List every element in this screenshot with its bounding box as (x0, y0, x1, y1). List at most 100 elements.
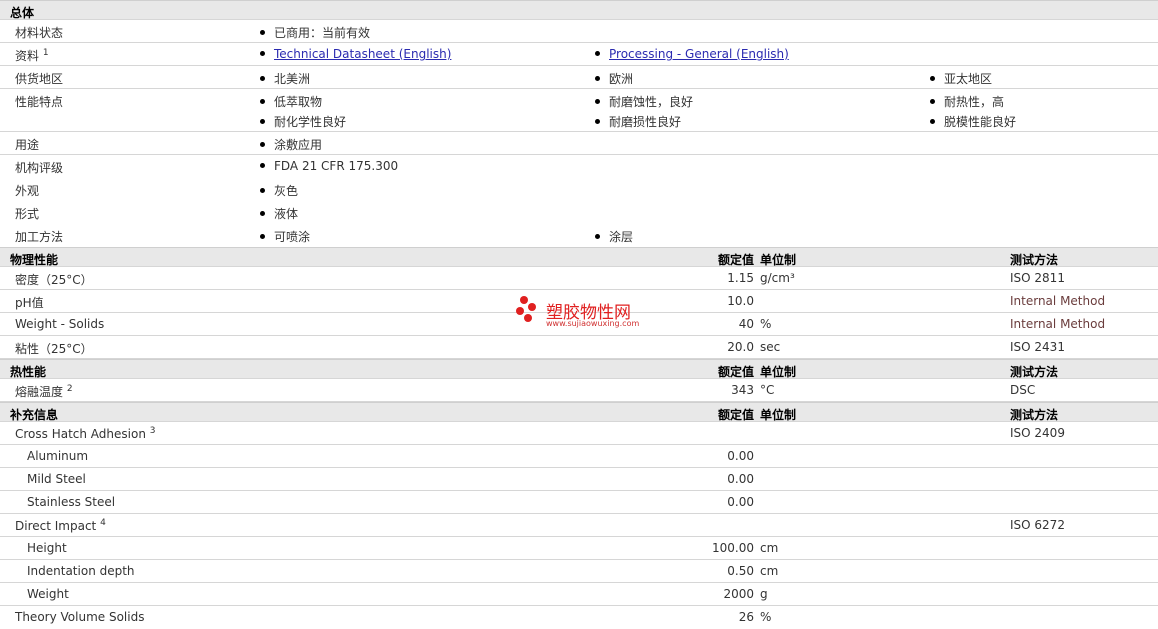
col-nominal: 额定值 (717, 365, 754, 379)
impact-sub-row: Height 100.00 cm (0, 537, 1158, 560)
bullet-icon (595, 119, 600, 124)
processing-general-link[interactable]: Processing - General (English) (609, 47, 789, 61)
row-unit: g (760, 587, 768, 601)
row-test: ISO 2431 (1010, 340, 1065, 354)
row-documents: 资料 1 Technical Datasheet (English) Proce… (0, 43, 1158, 66)
row-test: DSC (1010, 383, 1036, 397)
col-unit: 单位制 (760, 408, 797, 422)
row-label: Height (27, 541, 67, 555)
row-label: 资料 1 (15, 48, 49, 63)
section-header-extra: 补充信息 额定值 单位制 测试方法 (0, 402, 1158, 422)
row-value: 0.00 (727, 495, 754, 509)
row-direct-impact: Direct Impact 4 ISO 6272 (0, 514, 1158, 537)
section-title: 热性能 (10, 365, 47, 379)
row-label: 机构评级 (15, 161, 64, 175)
bullet-icon (260, 188, 265, 193)
col-test: 测试方法 (1010, 253, 1059, 267)
row-label: 外观 (15, 184, 40, 198)
col-unit: 单位制 (760, 253, 797, 267)
section-header-physical: 物理性能 额定值 单位制 测试方法 (0, 247, 1158, 267)
row-uses: 用途 涂敷应用 (0, 132, 1158, 155)
bullet-icon (260, 163, 265, 168)
col-nominal: 额定值 (717, 253, 754, 267)
physical-row: 密度（25°C） 1.15 g/cm³ ISO 2811 (0, 267, 1158, 290)
row-unit: °C (760, 383, 775, 397)
col-nominal: 额定值 (717, 408, 754, 422)
bullet-icon (260, 76, 265, 81)
row-value: 1.15 (727, 271, 754, 285)
bullet-icon (930, 99, 935, 104)
row-label: 粘性（25°C） (15, 342, 93, 356)
cross-hatch-sub-row: Mild Steel 0.00 (0, 468, 1158, 491)
row-label: 密度（25°C） (15, 273, 93, 287)
row-test: ISO 6272 (1010, 518, 1065, 532)
col-test: 测试方法 (1010, 365, 1059, 379)
section-title: 总体 (10, 6, 35, 20)
row-value: 0.00 (727, 449, 754, 463)
row-test: ISO 2811 (1010, 271, 1065, 285)
bullet-icon (595, 51, 600, 56)
bullet-icon (930, 76, 935, 81)
row-appearance: 外观 灰色 (15, 184, 299, 198)
row-value: 0.00 (727, 472, 754, 486)
row-unit: cm (760, 564, 779, 578)
row-label: Aluminum (27, 449, 89, 463)
row-label: 加工方法 (15, 230, 64, 244)
row-processing: 加工方法 可喷涂 涂层 (15, 230, 634, 244)
row-value: 343 (731, 383, 754, 397)
cross-hatch-sub-row: Aluminum 0.00 (0, 445, 1158, 468)
technical-datasheet-link[interactable]: Technical Datasheet (English) (274, 47, 451, 61)
row-label: 性能特点 (15, 95, 64, 109)
cross-hatch-sub-row: Stainless Steel 0.00 (0, 491, 1158, 514)
row-label: Direct Impact 4 (15, 518, 106, 533)
row-label: Weight (27, 587, 69, 601)
row-test: Internal Method (1010, 317, 1106, 331)
watermark-logo: 塑胶物性网 www.sujiaowuxing.com (516, 294, 666, 334)
row-value: 20.0 (727, 340, 754, 354)
row-label: Mild Steel (27, 472, 86, 486)
section-title: 补充信息 (10, 408, 59, 422)
row-label: 形式 (15, 207, 40, 221)
row-value: 已商用：当前有效 (260, 24, 370, 41)
row-unit: cm (760, 541, 779, 555)
physical-row: 粘性（25°C） 20.0 sec ISO 2431 (0, 336, 1158, 359)
row-label: 熔融温度 2 (15, 384, 73, 399)
bullet-icon (260, 234, 265, 239)
bullet-icon (260, 99, 265, 104)
row-unit: g/cm³ (760, 271, 795, 285)
row-value: 40 (738, 317, 754, 331)
row-value: 100.00 (712, 541, 754, 555)
col-unit: 单位制 (760, 365, 797, 379)
datasheet-page: 总体 材料状态 已商用：当前有效 资料 1 Technical Datashee… (0, 0, 1158, 626)
row-label: Theory Volume Solids (15, 610, 145, 624)
col-test: 测试方法 (1010, 408, 1059, 422)
bullet-icon (260, 142, 265, 147)
row-unit: % (760, 610, 772, 624)
row-label: Stainless Steel (27, 495, 116, 509)
watermark-url: www.sujiaowuxing.com (546, 319, 640, 328)
bullet-icon (595, 234, 600, 239)
section-header-general: 总体 (0, 0, 1158, 20)
bullet-icon (595, 76, 600, 81)
row-label: Indentation depth (27, 564, 135, 578)
row-form: 形式 液体 (15, 207, 299, 221)
row-melt-temp: 熔融温度 2 343 °C DSC (0, 379, 1158, 402)
row-unit: sec (760, 340, 781, 354)
section-title: 物理性能 (10, 253, 59, 267)
row-value: 26 (738, 610, 754, 624)
section-header-thermal: 热性能 额定值 单位制 测试方法 (0, 359, 1158, 379)
impact-sub-row: Indentation depth 0.50 cm (0, 560, 1158, 583)
row-label: Weight - Solids (15, 317, 105, 331)
row-test: ISO 2409 (1010, 426, 1065, 440)
bullet-icon (260, 119, 265, 124)
row-features: 性能特点 低萃取物 耐磨蚀性，良好 耐热性，高 耐化学性良好 耐磨损性良好 脱模… (0, 89, 1158, 132)
bullet-icon (260, 211, 265, 216)
bullet-icon (930, 119, 935, 124)
row-agency: 机构评级 FDA 21 CFR 175.300 (15, 159, 399, 175)
bullet-icon (595, 99, 600, 104)
row-regions: 供货地区 北美洲 欧洲 亚太地区 (0, 66, 1158, 89)
row-unit: % (760, 317, 772, 331)
impact-sub-row: Weight 2000 g (0, 583, 1158, 606)
bullet-icon (260, 30, 265, 35)
row-test: Internal Method (1010, 294, 1106, 308)
